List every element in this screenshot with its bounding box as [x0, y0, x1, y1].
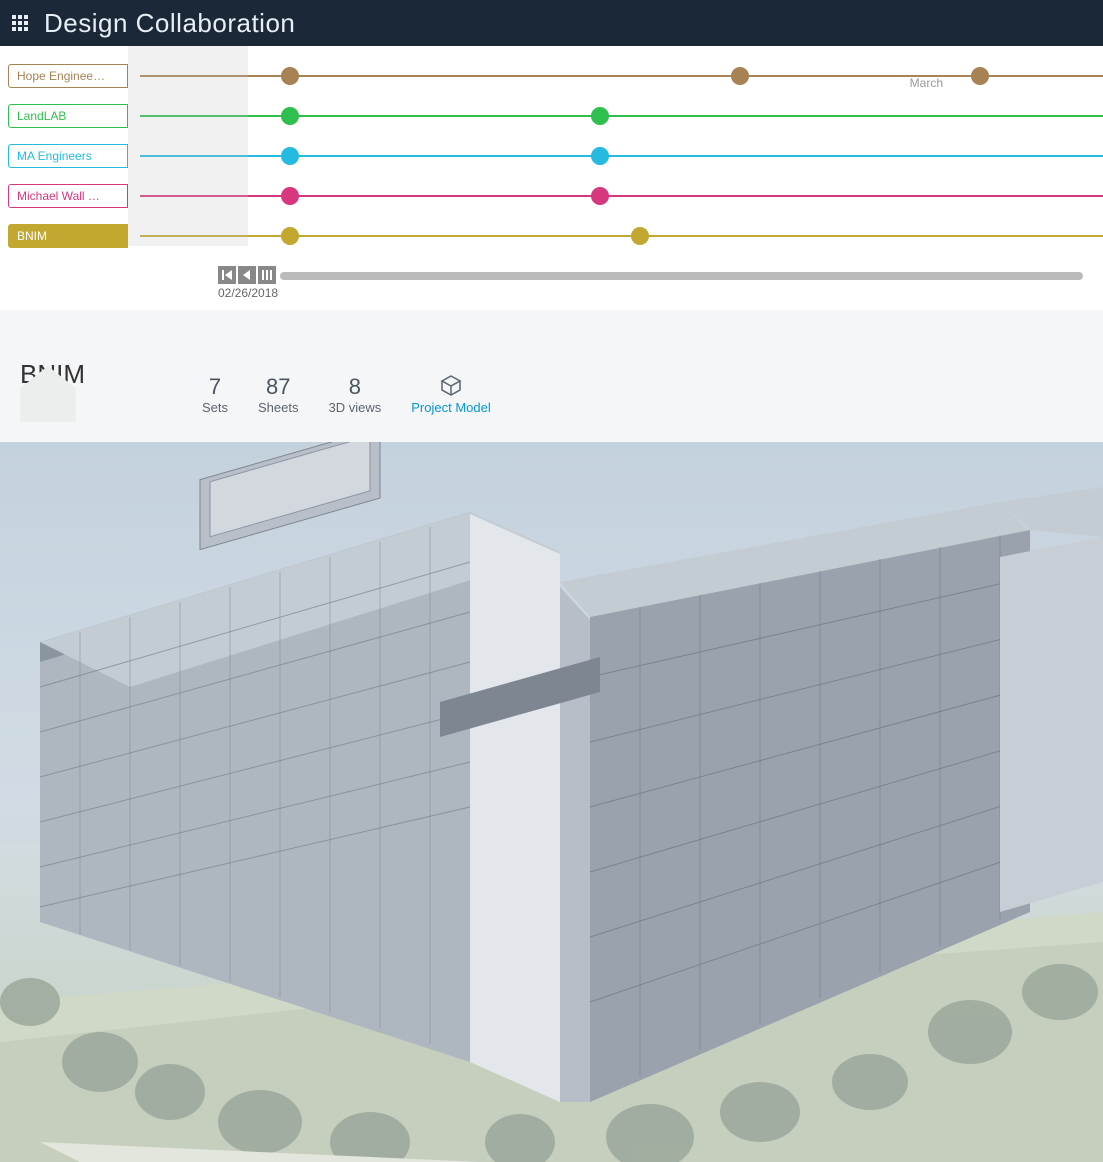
team-label[interactable]: Hope Enginee…: [8, 64, 128, 88]
timeline-selection[interactable]: [128, 46, 248, 246]
scrub-date: 02/26/2018: [218, 286, 278, 300]
timeline-event-node[interactable]: [281, 67, 299, 85]
detail-panel: BNIM 7Sets87Sheets83D views Project Mode…: [0, 310, 1103, 442]
team-label[interactable]: Michael Wall …: [8, 184, 128, 208]
timeline-track[interactable]: [140, 195, 1103, 197]
timeline-event-node[interactable]: [281, 107, 299, 125]
stat-value: 7: [202, 374, 228, 400]
building-render: [0, 442, 1103, 1162]
timeline-event-node[interactable]: [591, 187, 609, 205]
project-model-label: Project Model: [411, 400, 490, 415]
timeline-scrubber: 02/26/2018: [218, 266, 1103, 300]
scrub-handle[interactable]: [258, 266, 276, 284]
timeline-track[interactable]: [140, 155, 1103, 157]
stat-value: 8: [329, 374, 382, 400]
stat-item[interactable]: 87Sheets: [258, 374, 298, 415]
stat-label: Sheets: [258, 400, 298, 415]
timeline-event-node[interactable]: [731, 67, 749, 85]
timeline-event-node[interactable]: [591, 147, 609, 165]
team-label[interactable]: BNIM: [8, 224, 128, 248]
timeline-event-node[interactable]: [631, 227, 649, 245]
app-title: Design Collaboration: [44, 8, 295, 39]
timeline-track[interactable]: [140, 115, 1103, 117]
team-label[interactable]: LandLAB: [8, 104, 128, 128]
timeline-track[interactable]: [140, 235, 1103, 237]
app-header: Design Collaboration: [0, 0, 1103, 46]
timeline-event-node[interactable]: [281, 227, 299, 245]
timeline-event-node[interactable]: [281, 147, 299, 165]
project-model-button[interactable]: Project Model: [411, 374, 490, 415]
scrub-prev-button[interactable]: [238, 266, 256, 284]
team-label[interactable]: MA Engineers: [8, 144, 128, 168]
stat-item[interactable]: 7Sets: [202, 374, 228, 415]
stat-value: 87: [258, 374, 298, 400]
cube-icon: [440, 374, 462, 396]
scrub-bar[interactable]: [280, 272, 1083, 280]
stat-label: Sets: [202, 400, 228, 415]
timeline-track[interactable]: [140, 75, 1103, 77]
stat-label: 3D views: [329, 400, 382, 415]
scrub-first-button[interactable]: [218, 266, 236, 284]
timeline-event-node[interactable]: [591, 107, 609, 125]
stat-item[interactable]: 83D views: [329, 374, 382, 415]
timeline-panel: March Hope Enginee…LandLABMA EngineersMi…: [0, 46, 1103, 300]
timeline-event-node[interactable]: [971, 67, 989, 85]
model-viewport[interactable]: [0, 442, 1103, 1162]
timeline-event-node[interactable]: [281, 187, 299, 205]
app-grid-icon[interactable]: [10, 13, 30, 33]
